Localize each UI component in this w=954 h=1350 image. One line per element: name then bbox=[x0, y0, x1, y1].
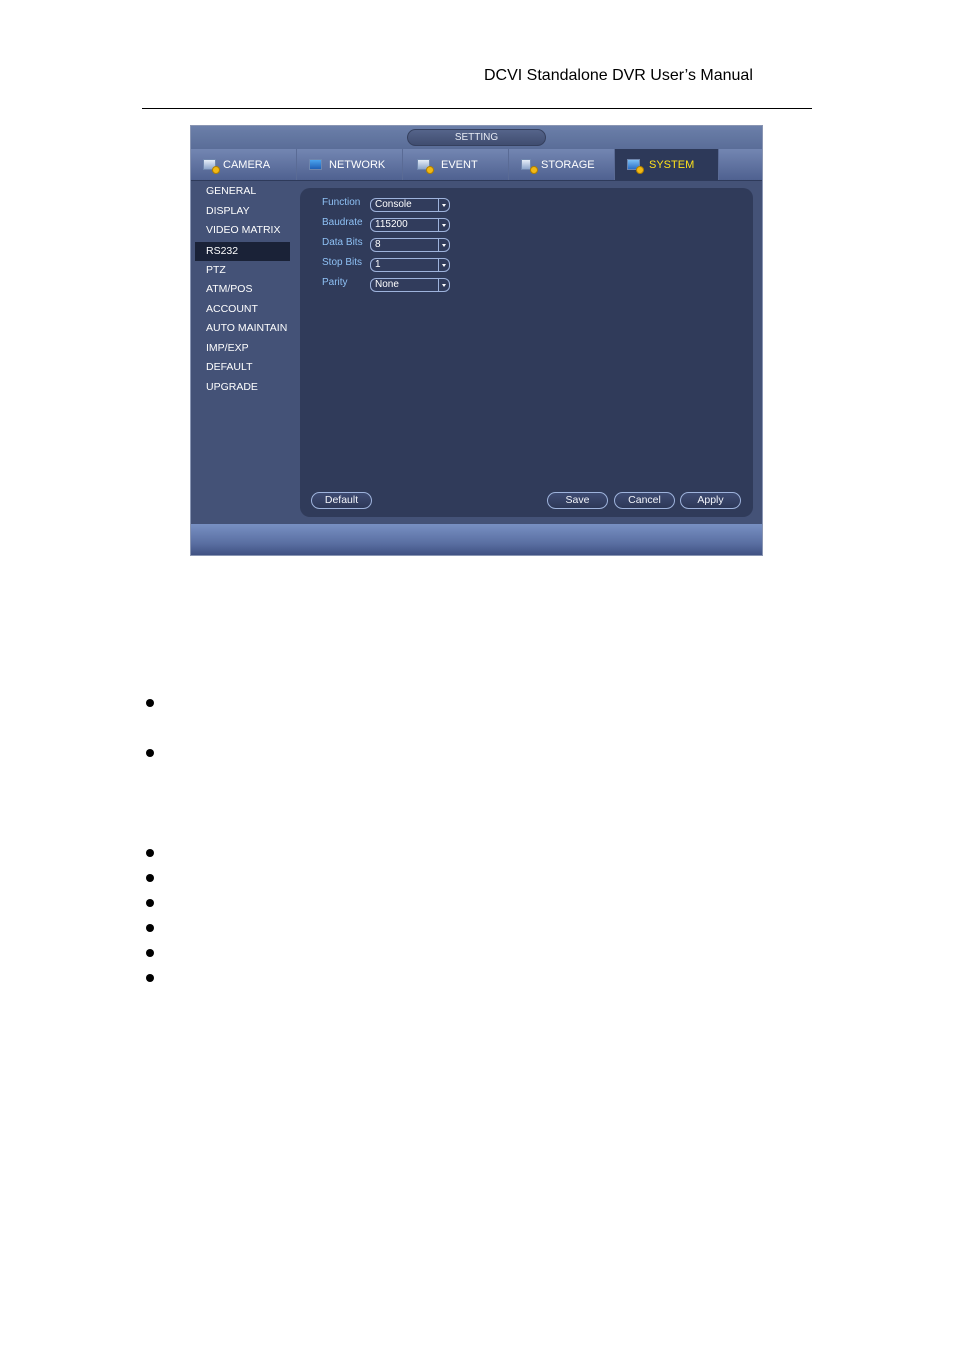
sidebar-item-upgrade[interactable]: UPGRADE bbox=[195, 378, 290, 397]
system-gear-icon bbox=[627, 158, 644, 174]
stop-bits-label: Stop Bits bbox=[322, 257, 363, 268]
baudrate-value: 115200 bbox=[375, 219, 408, 230]
baudrate-label: Baudrate bbox=[322, 217, 363, 228]
header-divider bbox=[142, 108, 812, 109]
function-label: Function bbox=[322, 197, 361, 208]
function-select[interactable]: Console bbox=[370, 198, 450, 212]
sidebar-item-imp-exp[interactable]: IMP/EXP bbox=[195, 339, 290, 358]
list-bullet bbox=[146, 974, 154, 982]
stop-bits-value: 1 bbox=[375, 259, 381, 270]
list-bullet bbox=[146, 924, 154, 932]
document-header-title: DCVI Standalone DVR User’s Manual bbox=[484, 67, 753, 84]
chevron-down-icon bbox=[438, 279, 449, 291]
tab-system-label: SYSTEM bbox=[649, 158, 695, 171]
function-value: Console bbox=[375, 199, 412, 210]
list-bullet bbox=[146, 949, 154, 957]
data-bits-value: 8 bbox=[375, 239, 381, 250]
baudrate-select[interactable]: 115200 bbox=[370, 218, 450, 232]
system-sidebar: GENERAL DISPLAY VIDEO MATRIX RS232 PTZ A… bbox=[191, 181, 295, 524]
event-gear-icon bbox=[417, 158, 434, 174]
network-icon bbox=[309, 158, 325, 172]
cancel-button[interactable]: Cancel bbox=[614, 492, 675, 509]
sidebar-item-general[interactable]: GENERAL bbox=[195, 182, 290, 201]
list-bullet bbox=[146, 849, 154, 857]
sidebar-item-video-matrix[interactable]: VIDEO MATRIX bbox=[195, 221, 290, 240]
parity-value: None bbox=[375, 279, 399, 290]
list-bullet bbox=[146, 749, 154, 757]
tab-network-label: NETWORK bbox=[329, 158, 386, 171]
tab-network[interactable]: NETWORK bbox=[297, 149, 403, 180]
tab-system[interactable]: SYSTEM bbox=[615, 149, 719, 180]
sidebar-item-auto-maintain[interactable]: AUTO MAINTAIN bbox=[195, 319, 290, 338]
sidebar-item-display[interactable]: DISPLAY bbox=[195, 202, 290, 221]
stop-bits-select[interactable]: 1 bbox=[370, 258, 450, 272]
chevron-down-icon bbox=[438, 259, 449, 271]
chevron-down-icon bbox=[438, 239, 449, 251]
tab-storage[interactable]: STORAGE bbox=[509, 149, 615, 180]
sidebar-item-account[interactable]: ACCOUNT bbox=[195, 300, 290, 319]
list-bullet bbox=[146, 699, 154, 707]
tab-event[interactable]: EVENT bbox=[403, 149, 509, 180]
default-button[interactable]: Default bbox=[311, 492, 372, 509]
apply-button[interactable]: Apply bbox=[680, 492, 741, 509]
chevron-down-icon bbox=[438, 219, 449, 231]
tab-event-label: EVENT bbox=[441, 158, 478, 171]
sidebar-item-ptz[interactable]: PTZ bbox=[195, 261, 290, 280]
sidebar-item-default[interactable]: DEFAULT bbox=[195, 358, 290, 377]
window-title: SETTING bbox=[407, 129, 546, 146]
rs232-settings-panel: Function Console Baudrate 115200 Data Bi… bbox=[300, 188, 753, 517]
sidebar-item-atm-pos[interactable]: ATM/POS bbox=[195, 280, 290, 299]
data-bits-select[interactable]: 8 bbox=[370, 238, 450, 252]
camera-gear-icon bbox=[203, 158, 220, 174]
storage-gear-icon bbox=[521, 158, 538, 174]
window-footer-bar bbox=[191, 524, 762, 555]
parity-select[interactable]: None bbox=[370, 278, 450, 292]
dvr-settings-window: SETTING CAMERA NETWORK EVENT STORAGE SYS… bbox=[190, 125, 763, 556]
list-bullet bbox=[146, 874, 154, 882]
parity-label: Parity bbox=[322, 277, 348, 288]
chevron-down-icon bbox=[438, 199, 449, 211]
title-bar: SETTING bbox=[191, 126, 762, 149]
tab-storage-label: STORAGE bbox=[541, 158, 595, 171]
main-tab-bar: CAMERA NETWORK EVENT STORAGE SYSTEM bbox=[191, 149, 762, 181]
sidebar-item-rs232[interactable]: RS232 bbox=[195, 242, 290, 261]
tab-camera[interactable]: CAMERA bbox=[191, 149, 297, 180]
tab-camera-label: CAMERA bbox=[223, 158, 271, 171]
save-button[interactable]: Save bbox=[547, 492, 608, 509]
data-bits-label: Data Bits bbox=[322, 237, 363, 248]
list-bullet bbox=[146, 899, 154, 907]
